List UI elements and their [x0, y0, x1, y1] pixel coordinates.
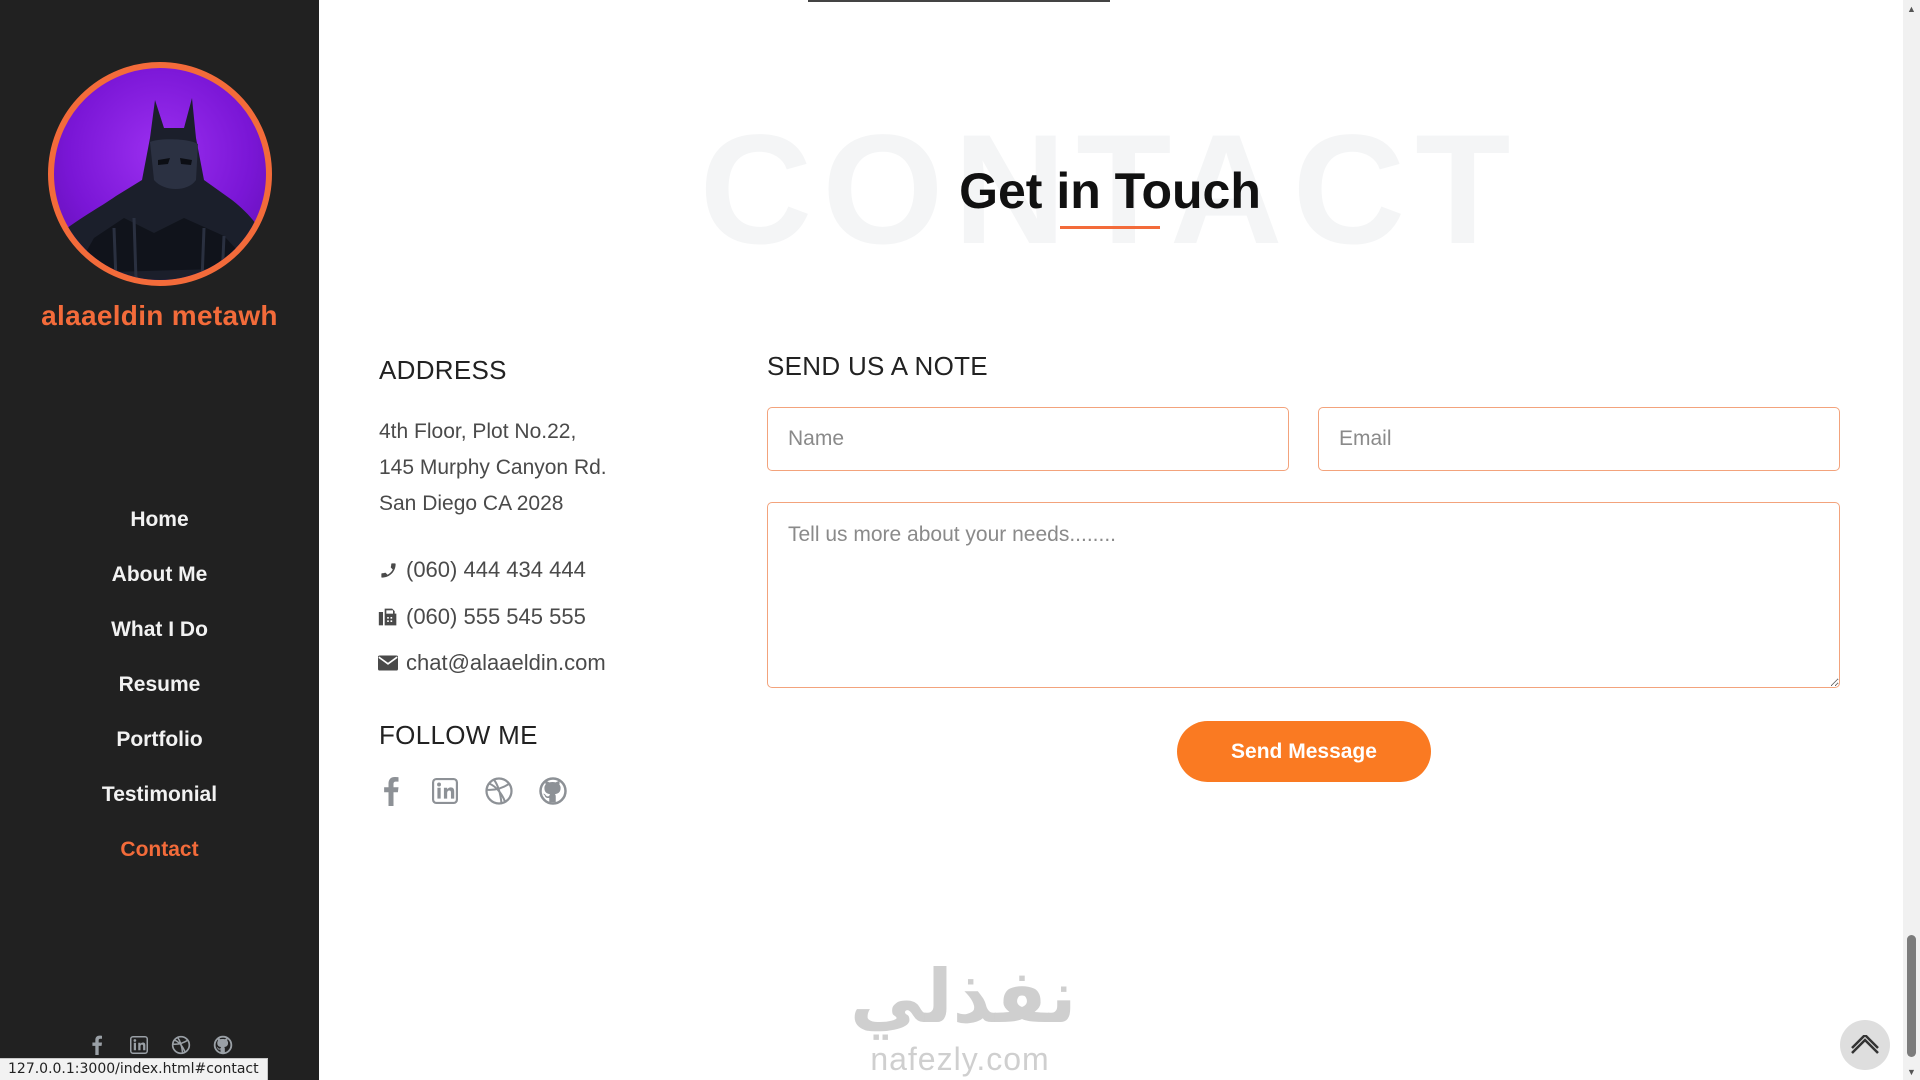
name-input[interactable]	[767, 407, 1289, 471]
address-heading: ADDRESS	[379, 355, 507, 385]
follow-social-links	[376, 776, 568, 806]
message-textarea[interactable]	[767, 502, 1840, 688]
form-heading: SEND US A NOTE	[767, 351, 988, 381]
nav-about-me[interactable]: About Me	[0, 552, 319, 607]
sidebar-social-links	[0, 1033, 319, 1057]
fax-row: (060) 555 545 555	[378, 602, 586, 632]
phone-icon	[378, 560, 398, 580]
linkedin-icon[interactable]	[430, 776, 460, 806]
fax-number: (060) 555 545 555	[406, 604, 586, 629]
back-to-top-button[interactable]	[1840, 1020, 1890, 1070]
fax-icon	[378, 607, 398, 627]
nav-portfolio[interactable]: Portfolio	[0, 717, 319, 772]
watermark-arabic: نفذلي	[850, 954, 1077, 1040]
top-divider	[808, 0, 1110, 2]
phone-row: (060) 444 434 444	[378, 555, 586, 585]
follow-heading: FOLLOW ME	[379, 720, 538, 750]
scroll-down-arrow-icon[interactable]: ▼	[1903, 1063, 1920, 1080]
status-bar-url: 127.0.0.1:3000/index.html#contact	[0, 1058, 268, 1080]
page-scrollbar[interactable]: ▲ ▼	[1903, 0, 1920, 1080]
github-icon[interactable]	[211, 1033, 235, 1057]
nav-what-i-do[interactable]: What I Do	[0, 607, 319, 662]
phone-number: (060) 444 434 444	[406, 557, 586, 582]
nav-contact[interactable]: Contact	[0, 827, 319, 882]
dribbble-icon[interactable]	[169, 1033, 193, 1057]
watermark-latin: nafezly.com	[870, 1041, 1050, 1077]
nav-resume[interactable]: Resume	[0, 662, 319, 717]
facebook-icon[interactable]	[376, 776, 406, 806]
email-input[interactable]	[1318, 407, 1840, 471]
address-line: San Diego CA 2028	[379, 492, 564, 515]
sidebar-nav: Home About Me What I Do Resume Portfolio…	[0, 497, 319, 882]
linkedin-icon[interactable]	[127, 1033, 151, 1057]
email-link[interactable]: chat@alaaeldin.com	[406, 650, 606, 676]
facebook-icon[interactable]	[85, 1033, 109, 1057]
email-row: chat@alaaeldin.com	[378, 648, 606, 678]
chevron-up-icon	[1851, 1035, 1879, 1054]
nav-home[interactable]: Home	[0, 497, 319, 552]
envelope-icon	[378, 653, 398, 673]
address-line: 145 Murphy Canyon Rd.	[379, 456, 607, 479]
send-message-button[interactable]: Send Message	[1177, 721, 1431, 782]
dribbble-icon[interactable]	[484, 776, 514, 806]
scroll-up-arrow-icon[interactable]: ▲	[1903, 0, 1920, 17]
owner-name: alaaeldin metawh	[41, 300, 278, 331]
section-title: Get in Touch	[959, 163, 1261, 219]
scrollbar-thumb[interactable]	[1907, 935, 1916, 1057]
nav-testimonial[interactable]: Testimonial	[0, 772, 319, 827]
github-icon[interactable]	[538, 776, 568, 806]
address-line: 4th Floor, Plot No.22,	[379, 420, 577, 443]
title-underline	[1060, 226, 1160, 229]
